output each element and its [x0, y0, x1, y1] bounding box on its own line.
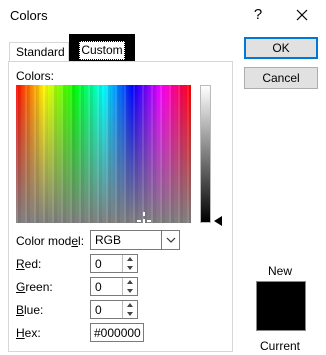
- blue-spinner: [122, 301, 137, 318]
- tab-standard-label: Standard: [16, 45, 65, 59]
- spin-up-icon[interactable]: [123, 278, 137, 286]
- hex-input[interactable]: #000000: [90, 323, 144, 342]
- crosshair-cursor: [137, 212, 151, 223]
- green-value: 0: [95, 280, 102, 294]
- hex-label: Hex:: [16, 326, 41, 340]
- color-spectrum[interactable]: [16, 85, 191, 223]
- spin-down-icon[interactable]: [123, 264, 137, 272]
- luminance-slider[interactable]: [200, 85, 211, 223]
- tab-standard[interactable]: Standard: [9, 42, 69, 62]
- blue-value: 0: [95, 303, 102, 317]
- spin-down-icon[interactable]: [123, 310, 137, 318]
- green-input[interactable]: 0: [90, 277, 138, 296]
- close-button[interactable]: [288, 3, 316, 27]
- current-color-label: Current: [260, 339, 301, 353]
- green-label: Green:: [16, 280, 53, 294]
- window-title: Colors: [10, 8, 48, 23]
- new-color-label: New: [268, 264, 293, 278]
- spectrum-texture: [16, 85, 191, 223]
- cancel-button[interactable]: Cancel: [244, 67, 318, 89]
- spin-up-icon[interactable]: [123, 301, 137, 309]
- blue-input[interactable]: 0: [90, 300, 138, 319]
- spin-up-icon[interactable]: [123, 255, 137, 263]
- tab-custom-focus: Custom: [79, 41, 125, 60]
- red-input[interactable]: 0: [90, 254, 138, 273]
- red-label: Red:: [16, 257, 42, 271]
- hex-value: #000000: [94, 326, 141, 340]
- triangle-left-icon[interactable]: [214, 216, 222, 226]
- color-preview-swatch: [256, 281, 306, 331]
- blue-label: Blue:: [16, 303, 44, 317]
- chevron-down-icon: [166, 237, 176, 243]
- color-model-value: RGB: [95, 233, 122, 247]
- spin-down-icon[interactable]: [123, 287, 137, 295]
- green-spinner: [122, 278, 137, 295]
- title-bar: Colors ?: [0, 0, 326, 32]
- help-icon: ?: [253, 6, 263, 23]
- color-model-select[interactable]: RGB: [90, 230, 180, 250]
- colors-label: Colors:: [16, 69, 55, 83]
- ok-button[interactable]: OK: [244, 37, 318, 59]
- red-spinner: [122, 255, 137, 272]
- color-model-label: Color model:: [16, 234, 85, 248]
- dropdown-button[interactable]: [161, 231, 179, 249]
- close-icon: [296, 9, 308, 21]
- red-value: 0: [95, 257, 102, 271]
- tab-custom-label: Custom: [81, 43, 123, 57]
- help-button[interactable]: ?: [244, 3, 272, 27]
